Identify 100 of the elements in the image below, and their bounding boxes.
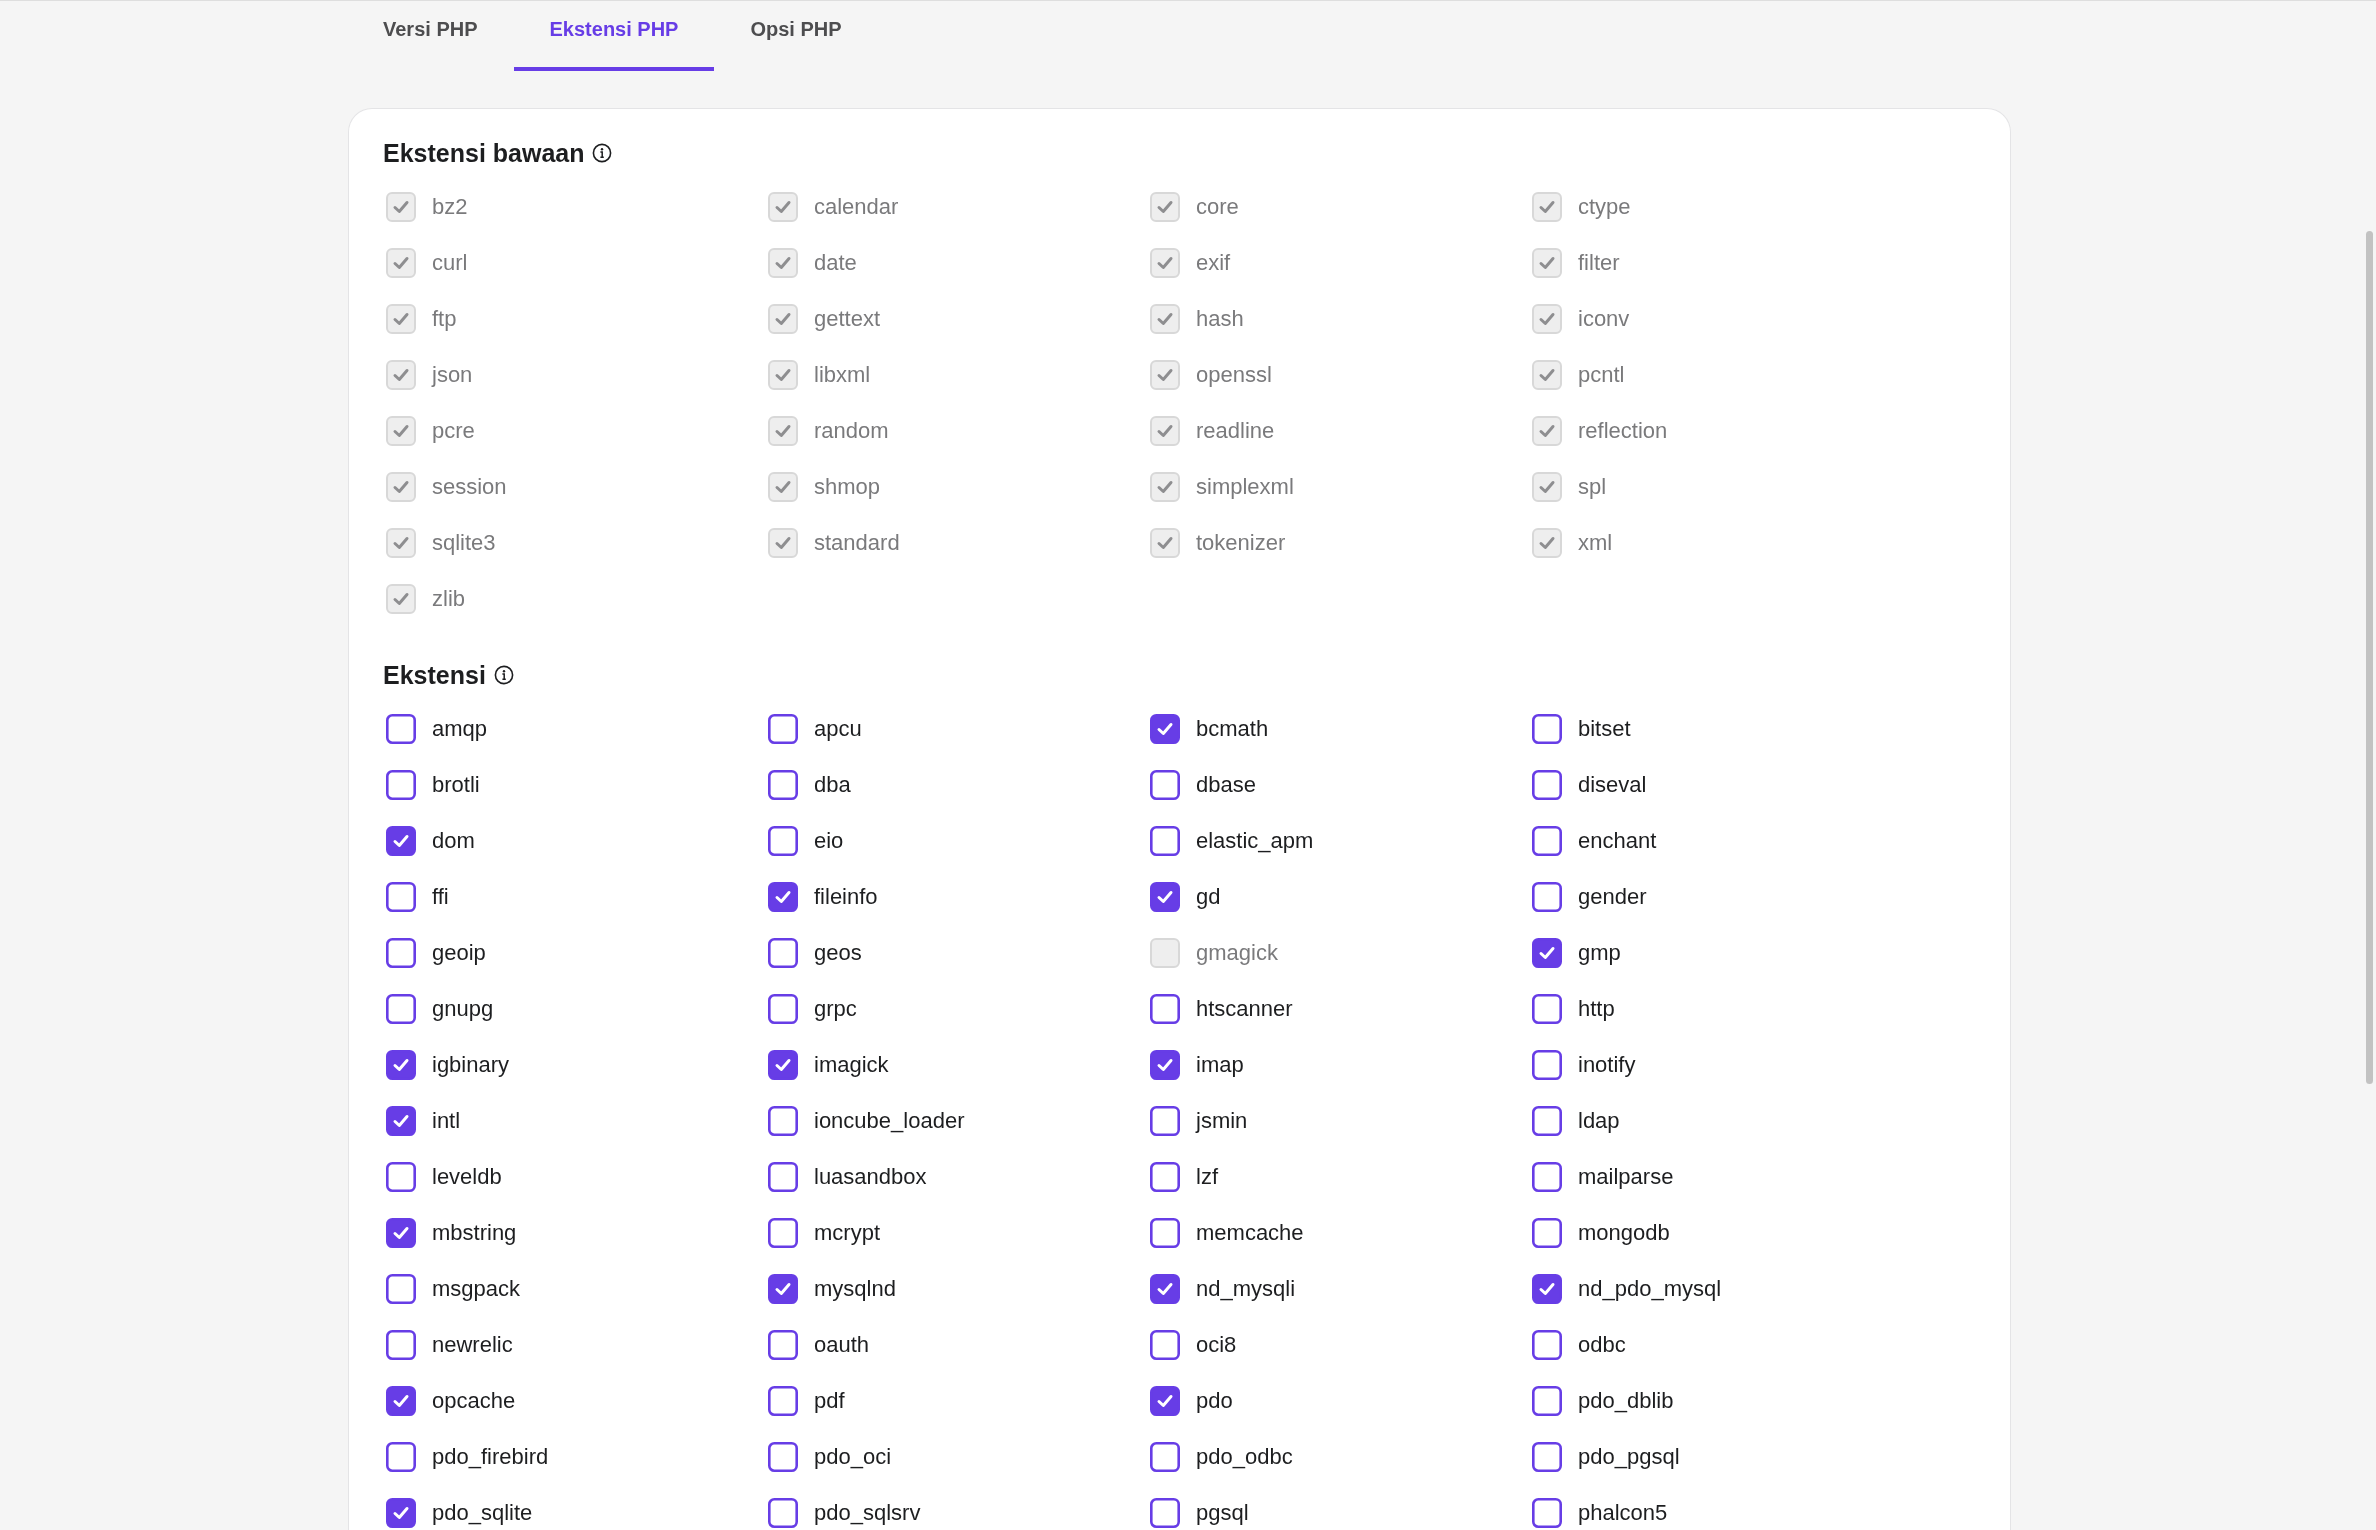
extension-label: apcu — [814, 716, 862, 742]
checkbox[interactable] — [1150, 1106, 1180, 1136]
checkbox[interactable] — [768, 882, 798, 912]
extension-label: intl — [432, 1108, 461, 1134]
checkbox[interactable] — [768, 1498, 798, 1528]
section-heading: Ekstensi — [383, 660, 486, 690]
checkbox[interactable] — [768, 1330, 798, 1360]
extension-label: reflection — [1578, 418, 1668, 444]
extension-label: filter — [1578, 250, 1620, 276]
extension-label: hash — [1196, 306, 1244, 332]
extension-label: ioncube_loader — [814, 1108, 965, 1134]
checkbox[interactable] — [386, 1218, 416, 1248]
checkbox[interactable] — [768, 1050, 798, 1080]
extension-label: bz2 — [432, 194, 468, 220]
checkbox[interactable] — [1532, 1106, 1562, 1136]
checkbox[interactable] — [1150, 714, 1180, 744]
checkbox[interactable] — [1150, 826, 1180, 856]
info-icon[interactable] — [493, 665, 514, 685]
checkbox[interactable] — [1150, 1330, 1180, 1360]
checkbox[interactable] — [1150, 1218, 1180, 1248]
extension-label: pdo_firebird — [432, 1444, 549, 1470]
checkbox[interactable] — [386, 882, 416, 912]
extension-label: nd_mysqli — [1196, 1276, 1296, 1302]
scrollbar-thumb[interactable] — [2366, 231, 2373, 1084]
checkbox[interactable] — [1532, 826, 1562, 856]
extension-label: amqp — [432, 716, 488, 742]
checkbox[interactable] — [1150, 1162, 1180, 1192]
checkbox[interactable] — [386, 1498, 416, 1528]
checkbox[interactable] — [386, 1274, 416, 1304]
checkbox[interactable] — [1532, 938, 1562, 968]
extension-label: gettext — [814, 306, 881, 332]
checkbox[interactable] — [1532, 882, 1562, 912]
checkbox[interactable] — [386, 826, 416, 856]
extension-label: gd — [1196, 884, 1221, 910]
checkbox[interactable] — [768, 1274, 798, 1304]
checkbox[interactable] — [1532, 994, 1562, 1024]
checkbox[interactable] — [768, 1106, 798, 1136]
extension-label: pdo_dblib — [1578, 1388, 1674, 1414]
checkbox[interactable] — [1532, 1330, 1562, 1360]
checkbox[interactable] — [1150, 1498, 1180, 1528]
extension-label: simplexml — [1196, 474, 1294, 500]
extension-label: lzf — [1196, 1164, 1218, 1190]
checkbox[interactable] — [386, 1106, 416, 1136]
checkbox[interactable] — [1532, 714, 1562, 744]
checkbox[interactable] — [768, 1442, 798, 1472]
extension-label: json — [432, 362, 473, 388]
checkbox[interactable] — [1532, 1386, 1562, 1416]
checkbox[interactable] — [768, 938, 798, 968]
checkbox[interactable] — [768, 1218, 798, 1248]
tab[interactable]: Opsi PHP — [714, 1, 878, 71]
extension-label: calendar — [814, 194, 899, 220]
extension-label: mcrypt — [814, 1220, 880, 1246]
checkbox[interactable] — [1150, 1442, 1180, 1472]
checkbox[interactable] — [386, 1386, 416, 1416]
extension-label: dom — [432, 828, 475, 854]
extension-label: http — [1578, 996, 1615, 1022]
checkbox[interactable] — [1150, 1050, 1180, 1080]
extension-label: memcache — [1196, 1220, 1304, 1246]
extension-label: random — [814, 418, 889, 444]
extension-label: ctype — [1578, 194, 1631, 220]
checkbox[interactable] — [1150, 1386, 1180, 1416]
tab[interactable]: Versi PHP — [347, 1, 514, 71]
extension-label: leveldb — [432, 1164, 502, 1190]
checkbox[interactable] — [768, 1386, 798, 1416]
checkbox[interactable] — [386, 1050, 416, 1080]
checkbox[interactable] — [768, 826, 798, 856]
extension-label: pdo_oci — [814, 1444, 892, 1470]
tab[interactable]: Ekstensi PHP — [513, 1, 715, 71]
extension-label: core — [1196, 194, 1239, 220]
checkbox[interactable] — [1150, 770, 1180, 800]
checkbox[interactable] — [1532, 770, 1562, 800]
checkbox[interactable] — [1150, 994, 1180, 1024]
checkbox[interactable] — [386, 994, 416, 1024]
checkbox[interactable] — [1150, 882, 1180, 912]
extension-label: sqlite3 — [432, 530, 496, 556]
checkbox[interactable] — [386, 1330, 416, 1360]
extension-label: mongodb — [1578, 1220, 1670, 1246]
checkbox[interactable] — [1532, 1498, 1562, 1528]
checkbox[interactable] — [1532, 1442, 1562, 1472]
checkbox[interactable] — [386, 938, 416, 968]
info-icon[interactable] — [592, 143, 613, 163]
checkbox[interactable] — [386, 1162, 416, 1192]
checkbox[interactable] — [768, 994, 798, 1024]
extension-label: diseval — [1578, 772, 1647, 798]
checkbox[interactable] — [1532, 1162, 1562, 1192]
extension-label: date — [814, 250, 857, 276]
checkbox[interactable] — [768, 714, 798, 744]
checkbox[interactable] — [386, 770, 416, 800]
checkbox[interactable] — [386, 1442, 416, 1472]
checkbox[interactable] — [768, 1162, 798, 1192]
checkbox[interactable] — [1532, 1050, 1562, 1080]
extension-label: mbstring — [432, 1220, 517, 1246]
extension-label: luasandbox — [814, 1164, 927, 1190]
checkbox[interactable] — [386, 714, 416, 744]
checkbox[interactable] — [1150, 1274, 1180, 1304]
extension-label: libxml — [814, 362, 871, 388]
checkbox[interactable] — [1532, 1218, 1562, 1248]
checkbox[interactable] — [1532, 1274, 1562, 1304]
checkbox[interactable] — [768, 770, 798, 800]
section-heading: Ekstensi bawaan — [383, 138, 585, 168]
